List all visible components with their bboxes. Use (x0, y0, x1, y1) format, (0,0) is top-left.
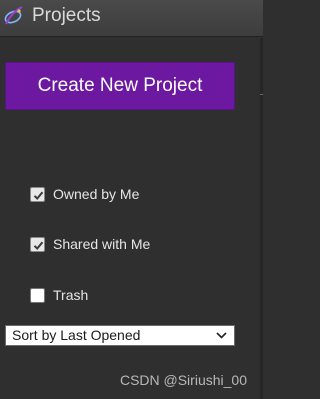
create-new-project-button[interactable]: Create New Project (5, 62, 235, 110)
page-title: Projects (32, 5, 101, 26)
splitter-mark (260, 94, 263, 95)
checkmark-icon (33, 241, 44, 250)
filter-shared-with-me[interactable]: Shared with Me (30, 235, 150, 253)
filter-owned-by-me[interactable]: Owned by Me (30, 185, 139, 203)
chevron-down-icon (216, 332, 227, 339)
watermark-text: CSDN @Siriushi_00 (119, 372, 247, 388)
filter-trash[interactable]: Trash (30, 286, 88, 304)
checkmark-icon (33, 191, 44, 200)
owned-by-me-label: Owned by Me (53, 186, 140, 202)
trash-checkbox[interactable] (30, 287, 45, 303)
trash-label: Trash (53, 287, 89, 303)
shared-with-me-label: Shared with Me (53, 236, 151, 252)
panel-header: Projects (0, 0, 263, 37)
shared-with-me-checkbox[interactable] (30, 236, 45, 252)
app-logo-icon (2, 4, 26, 28)
sort-select-value: Sort by Last Opened (12, 327, 141, 343)
panel-splitter[interactable] (260, 38, 263, 399)
projects-panel: Projects Create New Project Owned by Me … (0, 0, 263, 399)
owned-by-me-checkbox[interactable] (30, 186, 45, 202)
sort-select[interactable]: Sort by Last Opened (5, 325, 235, 346)
